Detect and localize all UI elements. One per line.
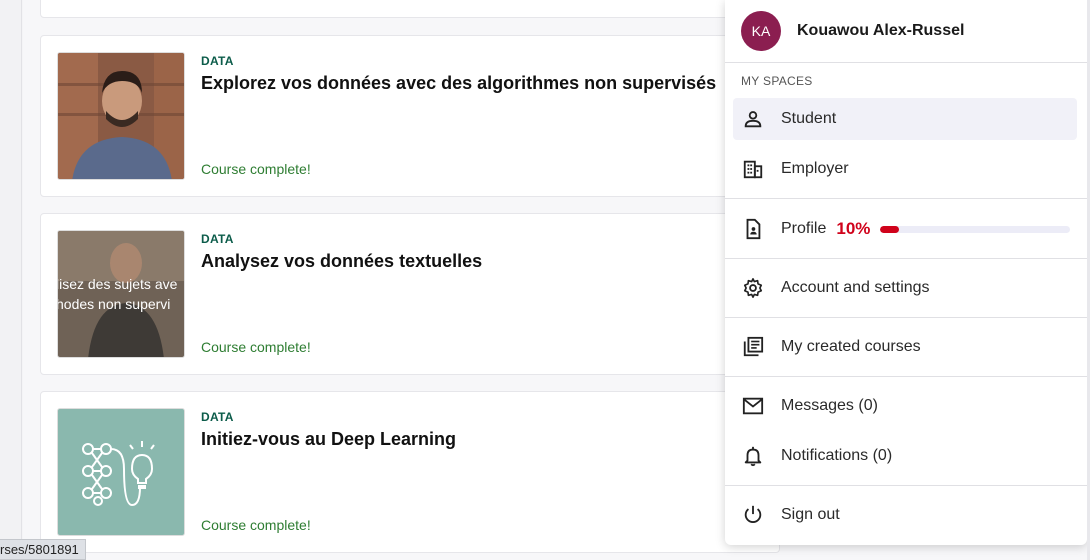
menu-item-messages[interactable]: Messages (0)	[733, 385, 1077, 427]
menu-item-label: Notifications (0)	[781, 447, 893, 464]
avatar: KA	[741, 11, 781, 51]
mail-icon	[733, 395, 773, 417]
thumb-overlay-line-2: hodes non supervi	[58, 296, 170, 312]
neural-network-lightbulb-icon	[82, 441, 155, 507]
menu-item-account-settings[interactable]: Account and settings	[733, 267, 1077, 309]
menu-item-sign-out[interactable]: Sign out	[733, 494, 1077, 536]
menu-item-employer[interactable]: Employer	[733, 148, 1077, 190]
course-status: Course complete!	[201, 339, 311, 355]
gear-icon	[733, 277, 773, 299]
divider	[725, 317, 1087, 318]
user-name: Kouawou Alex-Russel	[797, 22, 965, 39]
course-category: DATA	[201, 410, 234, 424]
menu-item-label: Employer	[781, 160, 849, 177]
course-status: Course complete!	[201, 517, 311, 533]
menu-item-student[interactable]: Student	[733, 98, 1077, 140]
thumb-overlay-line-1: lisez des sujets ave	[58, 276, 178, 292]
profile-completion-percent: 10%	[836, 219, 871, 238]
course-card[interactable]: lisez des sujets ave hodes non supervi D…	[40, 213, 780, 375]
course-card-partial[interactable]	[40, 0, 780, 18]
bell-icon	[733, 445, 773, 467]
course-category: DATA	[201, 54, 234, 68]
profile-document-icon	[733, 218, 773, 240]
menu-item-label: Profile	[781, 220, 827, 237]
course-status: Course complete!	[201, 161, 311, 177]
menu-item-my-created-courses[interactable]: My created courses	[733, 326, 1077, 368]
building-icon	[733, 158, 773, 180]
course-title[interactable]: Explorez vos données avec des algorithme…	[201, 73, 716, 94]
course-thumbnail	[57, 408, 185, 536]
profile-progress-fill	[880, 225, 900, 233]
profile-progress-bar	[880, 225, 1071, 233]
course-category: DATA	[201, 232, 234, 246]
menu-item-label: My created courses	[781, 338, 921, 355]
user-menu-header: KA Kouawou Alex-Russel	[725, 0, 1087, 63]
person-icon	[733, 108, 773, 130]
menu-item-label: Sign out	[781, 506, 840, 523]
course-thumbnail	[57, 52, 185, 180]
menu-item-label: Student	[781, 110, 837, 127]
divider	[725, 198, 1087, 199]
library-icon	[733, 336, 773, 358]
menu-item-label: Account and settings	[781, 279, 930, 296]
menu-item-label: Messages (0)	[781, 397, 878, 414]
left-scroll-strip	[0, 0, 22, 560]
course-title[interactable]: Analysez vos données textuelles	[201, 251, 482, 272]
section-title-my-spaces: MY SPACES	[741, 74, 813, 88]
status-bar-url: rses/5801891	[0, 539, 86, 560]
divider	[725, 485, 1087, 486]
course-card[interactable]: DATA Initiez-vous au Deep Learning Cours…	[40, 391, 780, 553]
course-title[interactable]: Initiez-vous au Deep Learning	[201, 429, 456, 450]
course-thumbnail: lisez des sujets ave hodes non supervi	[57, 230, 185, 358]
course-card[interactable]: DATA Explorez vos données avec des algor…	[40, 35, 780, 197]
menu-item-profile[interactable]: Profile 10%	[733, 208, 1077, 250]
divider	[725, 376, 1087, 377]
menu-item-notifications[interactable]: Notifications (0)	[733, 435, 1077, 477]
divider	[725, 258, 1087, 259]
power-icon	[733, 504, 773, 526]
user-menu-dropdown: KA Kouawou Alex-Russel MY SPACES Student…	[725, 0, 1087, 545]
